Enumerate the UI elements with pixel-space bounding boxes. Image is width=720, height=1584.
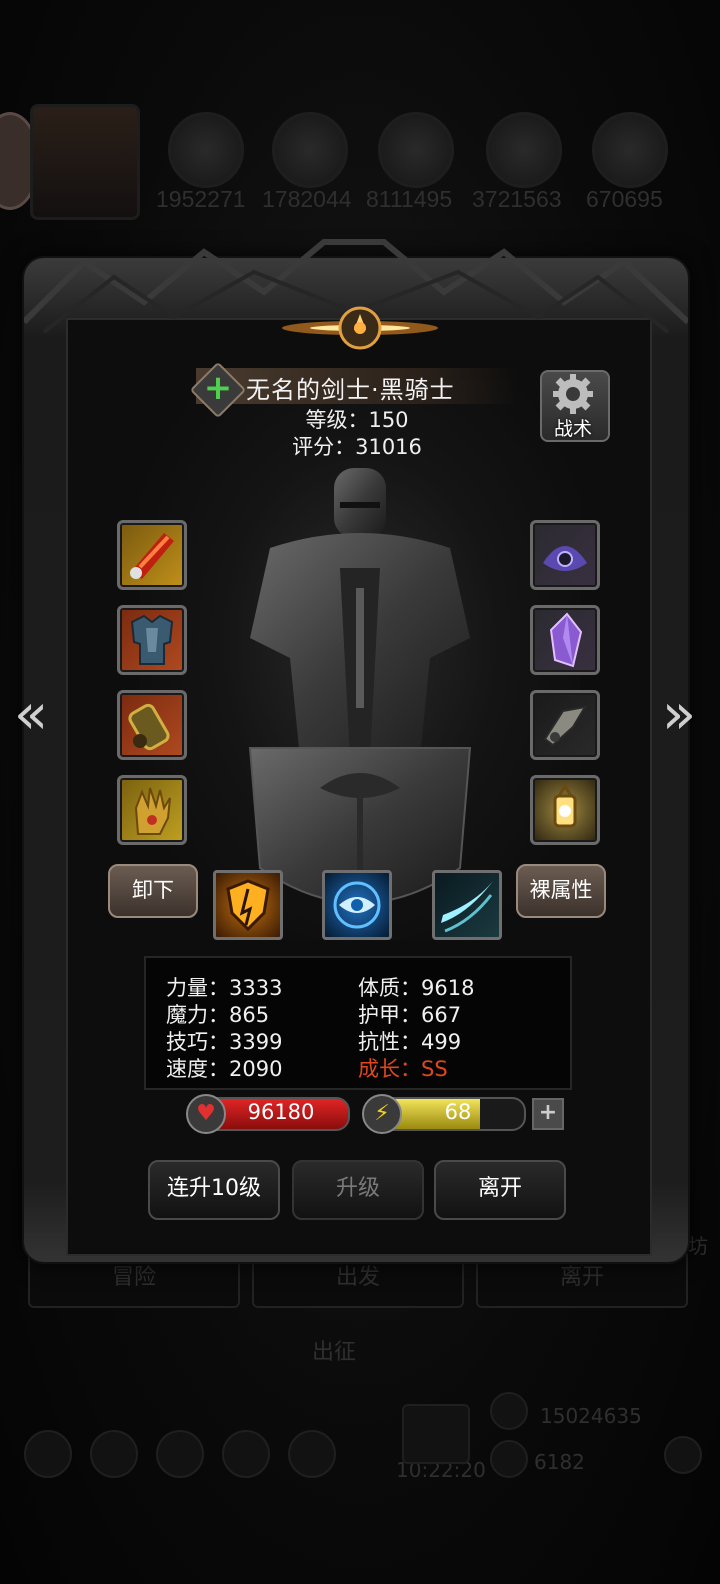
bg-menu-icon-4 [222,1430,270,1478]
level-up-10-button[interactable]: 连升10级 [148,1160,280,1220]
resource-count-5: 670695 [586,186,663,212]
resource-icon-4 [486,112,562,188]
skill-slot-2[interactable] [322,870,392,940]
bare-stats-button[interactable]: 裸属性 [516,864,606,918]
skill-slot-1[interactable] [213,870,283,940]
heart-icon: ♥ [186,1094,226,1134]
skill-slot-3[interactable] [432,870,502,940]
stat-magic: 魔力：865 [166,1003,270,1027]
stat-growth: 成长：SS [358,1057,448,1081]
dark-amulet-icon [543,546,587,571]
stat-armor: 护甲：667 [358,1003,462,1027]
resource-count-4: 3721563 [472,186,562,212]
equip-slot-ring[interactable] [530,690,600,760]
bg-gem-count: 6182 [534,1450,585,1474]
flame-gauntlet-icon [130,533,174,579]
tactic-label: 战术 [553,418,592,440]
equip-slot-crystal[interactable] [530,605,600,675]
hero-portrait-thumb [30,104,140,220]
unequip-button[interactable]: 卸下 [108,864,198,918]
gear-icon [553,374,593,414]
hp-value: 96180 [247,1100,315,1124]
equip-slot-weapon[interactable] [117,520,187,590]
bg-add-icon [664,1436,702,1474]
bg-menu-icon-5 [288,1430,336,1478]
next-hero-arrow-icon[interactable]: » [654,680,704,750]
chest-armor-icon [130,614,174,665]
bg-menu-icon-3 [156,1430,204,1478]
bg-gift-icon [402,1404,470,1464]
leave-button[interactable]: 离开 [434,1160,566,1220]
add-energy-button[interactable]: + [532,1098,564,1130]
lantern-icon [553,783,577,828]
stat-speed: 速度：2090 [166,1057,283,1081]
equip-slot-lantern[interactable] [530,775,600,845]
stat-resistance: 抗性：499 [358,1030,462,1054]
resource-count-1: 1952271 [156,186,246,212]
equip-slot-glove[interactable] [117,775,187,845]
eye-skill-icon [333,881,381,929]
purple-crystal-icon [549,612,583,668]
panel-emblem [282,306,438,350]
slash-skill-icon [441,881,493,933]
shield-skill-icon [226,879,270,932]
hero-score: 评分：31016 [292,435,422,459]
energy-value: 68 [444,1100,472,1124]
hero-name: 无名的剑士·黑骑士 [246,376,455,404]
resource-icon-3 [378,112,454,188]
level-up-button[interactable]: 升级 [292,1160,424,1220]
resource-icon-2 [272,112,348,188]
bg-expedition-label: 出征 [312,1340,357,1365]
bg-menu-icon-2 [90,1430,138,1478]
bracer-icon [128,703,170,751]
bg-menu-icon-1 [24,1430,72,1478]
bg-gold-icon [490,1392,528,1430]
resource-icon-1 [168,112,244,188]
stat-skill: 技巧：3399 [166,1030,283,1054]
ring-icon [543,705,587,747]
resource-count-2: 1782044 [262,186,352,212]
add-hero-button[interactable]: + [200,368,236,408]
prev-hero-arrow-icon[interactable]: « [6,680,56,750]
stat-constitution: 体质：9618 [358,976,475,1000]
bg-gold-count: 15024635 [540,1404,642,1428]
resource-count-3: 8111495 [366,186,453,212]
equip-slot-amulet[interactable] [530,520,600,590]
stat-strength: 力量：3333 [166,976,283,1000]
hero-level: 等级：150 [305,408,409,432]
resource-icon-5 [592,112,668,188]
equip-slot-armor[interactable] [117,605,187,675]
golden-glove-icon [134,787,171,835]
bg-gem-icon [490,1440,528,1478]
equip-slot-bracer[interactable] [117,690,187,760]
